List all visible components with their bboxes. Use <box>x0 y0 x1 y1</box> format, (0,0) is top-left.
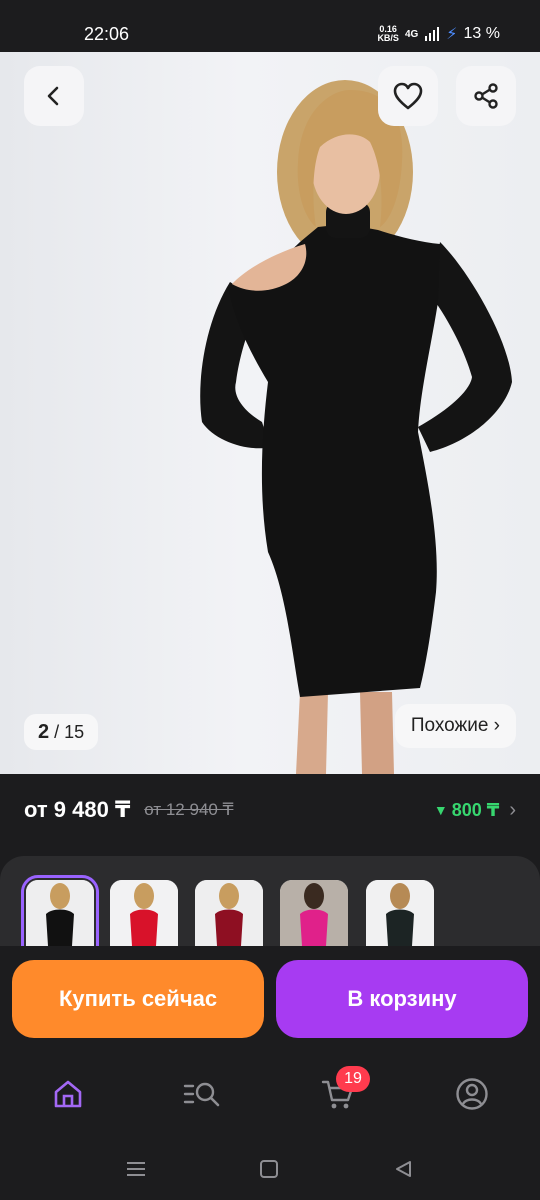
add-to-cart-button[interactable]: В корзину <box>276 960 528 1038</box>
favorite-button[interactable] <box>378 66 438 126</box>
variant-selector <box>0 856 540 946</box>
battery-level: 13 % <box>463 25 500 42</box>
variant-thumb-pink[interactable] <box>280 880 348 946</box>
tab-profile[interactable] <box>450 1072 494 1116</box>
cart-badge: 19 <box>336 1066 370 1092</box>
home-nav-button[interactable] <box>254 1154 284 1184</box>
bonus-points: ▼ 800 ₸ <box>433 799 500 820</box>
photo-counter: 2 / 15 <box>24 714 99 750</box>
profile-icon <box>456 1078 488 1110</box>
status-time: 22:06 <box>84 24 130 44</box>
triangle-back-icon <box>396 1161 411 1177</box>
variant-thumb-black[interactable] <box>21 875 99 946</box>
charging-icon: ⚡ <box>446 26 458 43</box>
bottom-tab-bar: 19 <box>0 1050 540 1136</box>
menu-icon <box>127 1162 145 1176</box>
model-image <box>200 80 512 774</box>
network-speed: 0.16 KB/S <box>377 24 399 43</box>
heart-icon <box>393 82 423 110</box>
chevron-left-icon <box>47 86 59 106</box>
action-bar: Купить сейчас В корзину <box>0 946 540 1050</box>
tab-catalog[interactable] <box>180 1072 224 1116</box>
current-price: от 9 480 ₸ <box>24 797 131 822</box>
old-price: от 12 940 ₸ <box>144 800 234 819</box>
signal-icon <box>425 27 440 41</box>
home-icon <box>54 1080 82 1108</box>
chevron-right-icon[interactable]: › <box>509 799 516 822</box>
down-arrow-icon: ▼ <box>433 802 448 818</box>
status-indicators: 0.16 KB/S 4G ⚡ 13 % <box>377 24 500 44</box>
similar-button[interactable]: Похожие › <box>394 704 516 748</box>
network-type: 4G <box>404 28 419 40</box>
share-button[interactable] <box>456 66 516 126</box>
system-navigation <box>0 1136 540 1200</box>
variant-thumb-dark[interactable] <box>366 880 434 946</box>
product-photo[interactable]: 2 / 15 Похожие › <box>0 52 540 774</box>
recents-button[interactable] <box>121 1154 151 1184</box>
price-bar[interactable]: от 9 480 ₸ от 12 940 ₸ ▼ 800 ₸ › <box>0 774 540 846</box>
variant-thumb-burgundy[interactable] <box>195 880 263 946</box>
status-bar: 22:06 0.16 KB/S 4G ⚡ 13 % <box>0 0 540 52</box>
buy-now-button[interactable]: Купить сейчас <box>12 960 264 1038</box>
catalog-search-icon <box>183 1082 220 1107</box>
back-button[interactable] <box>24 66 84 126</box>
back-nav-button[interactable] <box>388 1154 418 1184</box>
variant-thumb-red[interactable] <box>110 880 178 946</box>
tab-home[interactable] <box>46 1072 90 1116</box>
square-icon <box>260 1160 278 1178</box>
share-icon <box>474 83 498 109</box>
